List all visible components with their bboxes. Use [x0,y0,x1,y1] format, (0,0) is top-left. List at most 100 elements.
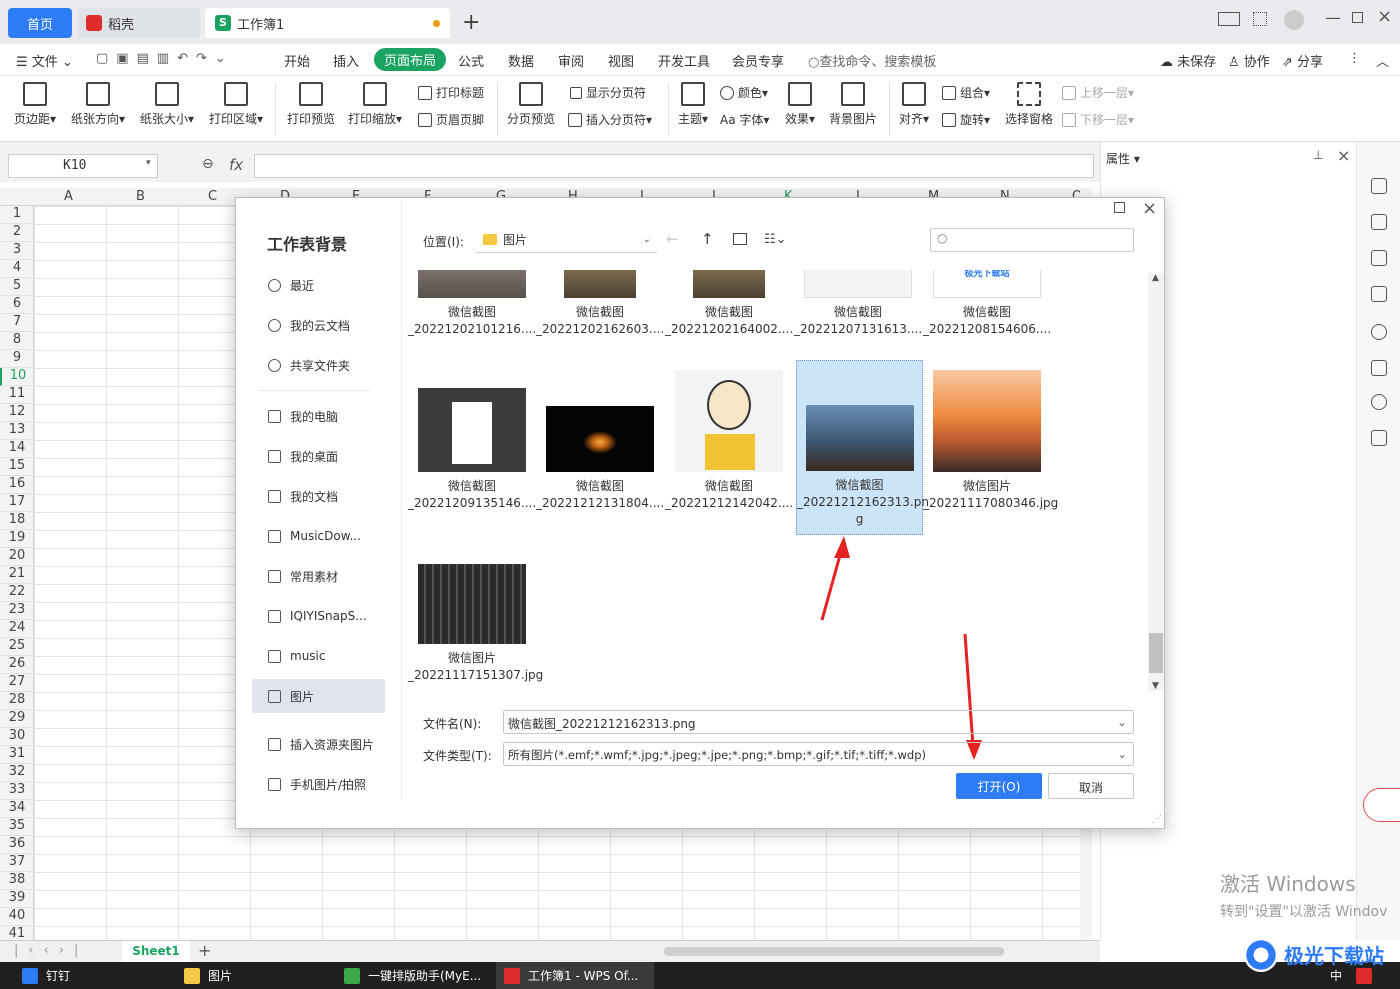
effects-button[interactable]: 效果▾ [782,76,818,127]
menu-view[interactable]: 视图 [608,51,634,70]
tab-workbook[interactable]: S 工作簿1 [205,8,450,38]
row-header[interactable]: 3 [0,242,34,260]
row-header[interactable]: 28 [0,692,34,710]
collab-button[interactable]: ♙ 协作 [1228,51,1270,70]
robot-icon[interactable] [1371,360,1387,376]
close-panel-icon[interactable]: × [1337,146,1350,165]
sidebar-item-pictures[interactable]: 图片 [252,679,385,713]
namebox-dropdown-icon[interactable]: ▾ [146,158,151,168]
new-folder-icon[interactable] [733,233,747,245]
row-header[interactable]: 21 [0,566,34,584]
align-button[interactable]: 对齐▾ [896,76,932,127]
taskbar-dingtalk[interactable]: 钉钉 [22,962,70,989]
formula-input[interactable] [254,154,1094,178]
row-header[interactable]: 25 [0,638,34,656]
menu-dev-tools[interactable]: 开发工具 [658,51,710,70]
bring-forward-button[interactable]: 上移一层 ▾ [1062,84,1134,101]
zoom-lookup-icon[interactable]: ⊖ [202,156,214,172]
row-header[interactable]: 9 [0,350,34,368]
print-preview-button[interactable]: 打印预览 [286,76,336,127]
share-button[interactable]: ⇗ 分享 [1282,51,1323,70]
sidebar-item-iqiyi[interactable]: IQIYISnapS... [252,599,385,633]
row-header[interactable]: 27 [0,674,34,692]
filetype-select[interactable]: 所有图片(*.emf;*.wmf;*.jpg;*.jpeg;*.jpe;*.pn… [503,742,1134,766]
close-window-button[interactable]: × [1377,6,1392,27]
scroll-up-icon[interactable]: ▲ [1152,273,1159,283]
sidebar-item-phone-photos[interactable]: 手机图片/拍照 [252,767,385,801]
sidebar-item-my-computer[interactable]: 我的电脑 [252,399,385,433]
open-button[interactable]: 打开(O) [956,773,1042,799]
menu-file[interactable]: ☰ 文件 ⌄ [16,51,73,70]
file-item[interactable]: 微信截图 _20221202101216.... [408,270,536,338]
file-item[interactable]: 微信图片 _20221117151307.jpg [408,564,543,684]
menu-formula[interactable]: 公式 [458,51,484,70]
row-header[interactable]: 8 [0,332,34,350]
sheet-tab-sheet1[interactable]: Sheet1 [122,941,190,963]
file-item[interactable]: 极光下载站 微信截图 _20221208154606.... [923,270,1051,338]
file-item[interactable]: 微信图片 _20221117080346.jpg [923,370,1058,512]
print-zoom-button[interactable]: 打印缩放▾ [346,76,404,127]
row-header[interactable]: 1 [0,206,34,224]
properties-title[interactable]: 属性 ▾ [1106,150,1140,167]
more-menu-icon[interactable]: ⋮ [1348,51,1361,66]
window-layout-icon[interactable] [1218,12,1240,26]
taskbar-helper[interactable]: 一键排版助手(MyE... [344,962,481,989]
quick-access-toolbar[interactable]: ▢▣▤▥↶↷⌄ [96,51,234,66]
file-item[interactable]: 微信截图 _20221212131804.... [536,370,664,512]
row-header[interactable]: 10 [0,368,34,386]
column-header[interactable]: C [208,189,217,204]
view-mode-icon[interactable]: ☷⌄ [764,232,787,247]
add-sheet-button[interactable]: + [198,941,211,960]
orientation-button[interactable]: 纸张方向▾ [70,76,126,127]
sidebar-item-shared-folder[interactable]: 共享文件夹 [252,348,385,382]
background-image-button[interactable]: 背景图片 [828,76,878,127]
resize-grip-icon[interactable]: ⋰ [1152,814,1162,825]
sidebar-item-common-assets[interactable]: 常用素材 [252,559,385,593]
function-icon[interactable]: fx [229,156,243,174]
file-item[interactable]: 微信截图 _20221207131613.... [794,270,922,338]
row-header[interactable]: 18 [0,512,34,530]
new-tab-button[interactable]: + [462,10,480,35]
apps-grid-icon[interactable] [1253,12,1267,26]
insert-break-button[interactable]: 插入分页符 ▾ [568,111,652,128]
row-header[interactable]: 39 [0,890,34,908]
file-item[interactable]: 微信截图 _20221209135146.... [408,370,536,512]
row-header[interactable]: 29 [0,710,34,728]
rotate-button[interactable]: 旋转 ▾ [942,111,990,128]
row-header[interactable]: 33 [0,782,34,800]
scroll-thumb[interactable] [1149,633,1163,673]
maximize-button[interactable] [1352,12,1363,23]
selection-pane-button[interactable]: 选择窗格 [1004,76,1054,127]
row-header[interactable]: 26 [0,656,34,674]
minimize-button[interactable]: — [1325,8,1341,27]
menu-review[interactable]: 审阅 [558,51,584,70]
file-item-selected[interactable]: 微信截图 _20221212162313.pn g [796,360,929,535]
file-item[interactable]: 微信截图 _20221212142042.... [665,370,793,512]
row-header[interactable]: 41 [0,926,34,940]
row-header[interactable]: 30 [0,728,34,746]
unsaved-status[interactable]: ☁ 未保存 [1160,51,1216,70]
show-breaks-checkbox[interactable]: 显示分页符 [570,84,646,101]
avatar[interactable] [1284,10,1304,30]
row-header[interactable]: 40 [0,908,34,926]
dialog-maximize-button[interactable] [1114,202,1125,213]
sidebar-item-my-documents[interactable]: 我的文档 [252,479,385,513]
scroll-down-icon[interactable]: ▼ [1152,681,1159,691]
row-header[interactable]: 22 [0,584,34,602]
row-header[interactable]: 20 [0,548,34,566]
paper-size-button[interactable]: 纸张大小▾ [139,76,195,127]
sidebar-item-desktop[interactable]: 我的桌面 [252,439,385,473]
menu-data[interactable]: 数据 [508,51,534,70]
row-header[interactable]: 37 [0,854,34,872]
row-header[interactable]: 36 [0,836,34,854]
row-header[interactable]: 31 [0,746,34,764]
file-list-scrollbar[interactable]: ▲ ▼ [1148,273,1164,691]
send-backward-button[interactable]: 下移一层 ▾ [1062,111,1134,128]
menu-page-layout[interactable]: 页面布局 [374,48,447,71]
column-header[interactable]: A [64,189,73,204]
row-header[interactable]: 19 [0,530,34,548]
row-header[interactable]: 13 [0,422,34,440]
location-dropdown[interactable]: 图片 ⌄ [475,226,657,253]
location-icon[interactable] [1371,394,1387,410]
row-header[interactable]: 35 [0,818,34,836]
